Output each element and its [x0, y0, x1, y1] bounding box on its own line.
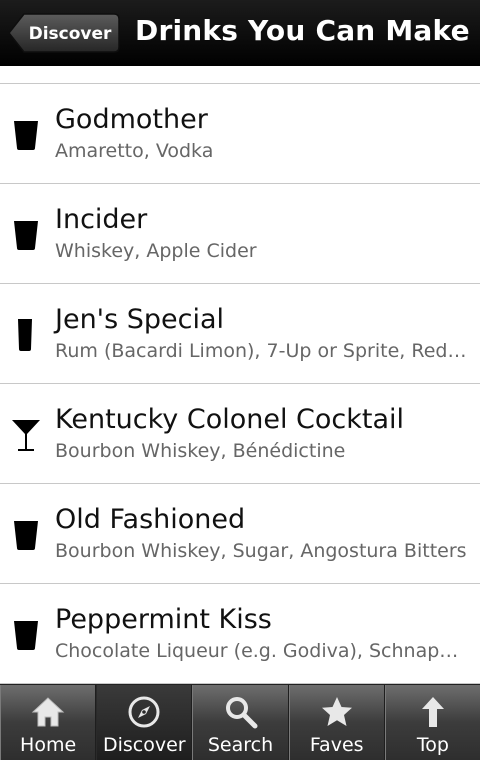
tab-discover-label: Discover	[102, 734, 186, 756]
rocks-glass-icon	[14, 621, 38, 650]
list-top-divider	[0, 66, 480, 84]
back-button-label: Discover	[29, 24, 112, 44]
star-icon	[321, 697, 352, 726]
highball-glass-icon	[18, 319, 32, 351]
header-bar: Discover Drinks You Can Make	[0, 0, 480, 66]
page-title: Drinks You Can Make	[135, 14, 470, 47]
drink-list[interactable]: Godmother Amaretto, Vodka Incider Whiske…	[0, 66, 480, 684]
drink-ingredients: Bourbon Whiskey, Bénédictine	[55, 440, 346, 462]
tab-faves-label: Faves	[309, 734, 364, 756]
drink-row-peppermint-kiss[interactable]: Peppermint Kiss Chocolate Liqueur (e.g. …	[0, 584, 480, 684]
drink-ingredients: Chocolate Liqueur (e.g. Godiva), Schnapp…	[55, 640, 467, 662]
drink-name: Kentucky Colonel Cocktail	[55, 404, 405, 435]
drink-row-jens-special[interactable]: Jen's Special Rum (Bacardi Limon), 7-Up …	[0, 284, 480, 384]
drink-name: Old Fashioned	[55, 504, 246, 535]
drink-row-kentucky-colonel[interactable]: Kentucky Colonel Cocktail Bourbon Whiske…	[0, 384, 480, 484]
home-icon	[31, 697, 65, 727]
drink-name: Jen's Special	[55, 304, 225, 335]
drink-ingredients: Whiskey, Apple Cider	[55, 240, 257, 262]
arrow-up-icon	[421, 697, 444, 727]
rocks-glass-icon	[14, 221, 38, 250]
drink-row-incider[interactable]: Incider Whiskey, Apple Cider	[0, 184, 480, 284]
tab-faves[interactable]: Faves	[288, 685, 385, 760]
tab-home[interactable]: Home	[0, 685, 97, 760]
back-button[interactable]: Discover	[8, 13, 120, 53]
compass-icon	[128, 696, 160, 728]
drink-name: Incider	[55, 204, 148, 235]
drink-row-godmother[interactable]: Godmother Amaretto, Vodka	[0, 84, 480, 184]
drink-ingredients: Rum (Bacardi Limon), 7-Up or Sprite, Red…	[55, 340, 467, 362]
tab-home-label: Home	[20, 734, 77, 756]
tab-top-label: Top	[416, 734, 449, 756]
bottom-tab-bar: Home Discover Search Faves Top	[0, 684, 480, 760]
tab-search[interactable]: Search	[192, 685, 289, 760]
drink-name: Peppermint Kiss	[55, 604, 272, 635]
rocks-glass-icon	[14, 121, 38, 150]
drink-row-old-fashioned[interactable]: Old Fashioned Bourbon Whiskey, Sugar, An…	[0, 484, 480, 584]
drink-name: Godmother	[55, 104, 208, 135]
martini-glass-icon	[12, 420, 40, 451]
tab-discover[interactable]: Discover	[96, 685, 193, 760]
drink-ingredients: Bourbon Whiskey, Sugar, Angostura Bitter…	[55, 540, 467, 562]
drink-ingredients: Amaretto, Vodka	[55, 140, 214, 162]
rocks-glass-icon	[14, 521, 38, 550]
tab-search-label: Search	[207, 734, 274, 756]
search-icon	[225, 697, 257, 729]
tab-top[interactable]: Top	[384, 685, 480, 760]
